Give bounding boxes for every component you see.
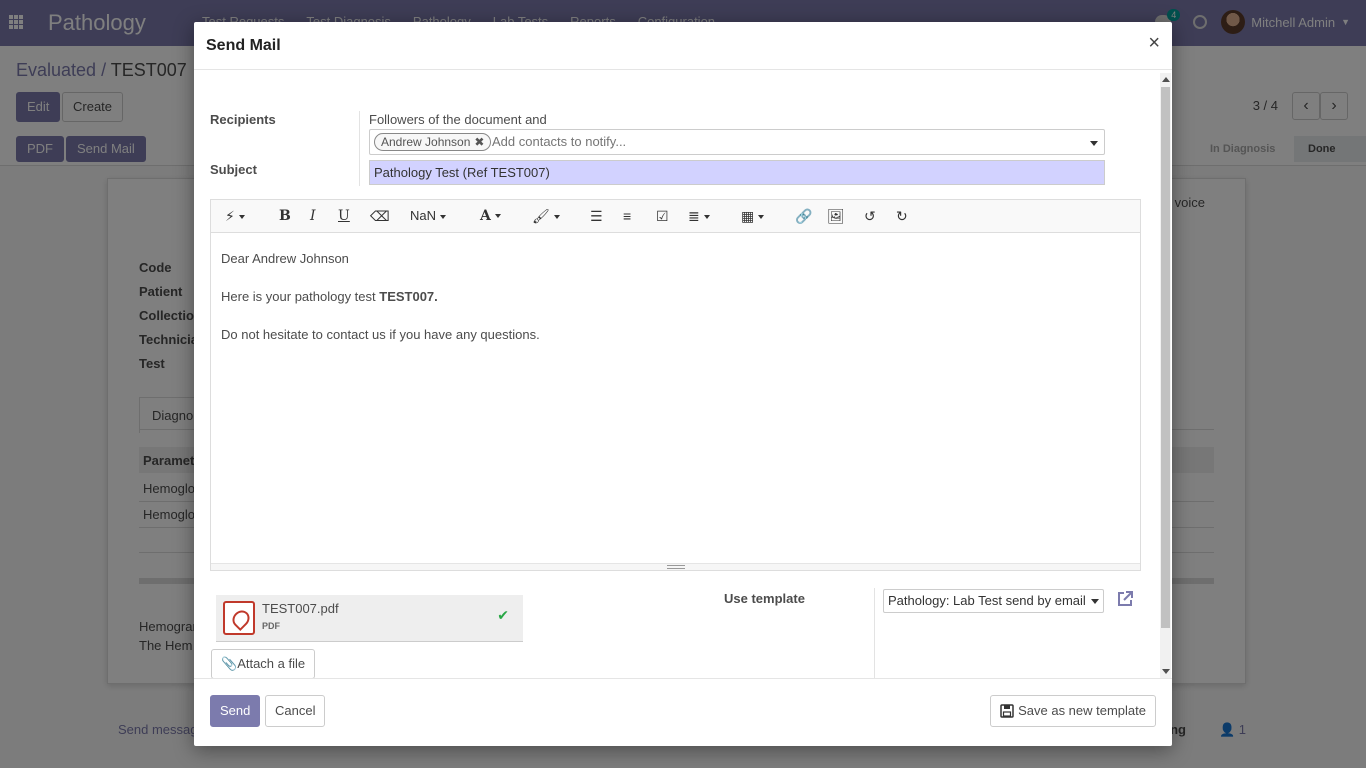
template-select[interactable]: Pathology: Lab Test send by email bbox=[883, 589, 1104, 613]
send-mail-dialog: Send Mail × Recipients Subject Followers… bbox=[194, 22, 1172, 746]
recipients-label: Recipients bbox=[210, 112, 276, 127]
mail-body-content[interactable]: Dear Andrew Johnson Here is your patholo… bbox=[221, 250, 1121, 364]
close-icon[interactable]: × bbox=[1148, 32, 1160, 55]
recipients-field[interactable]: Andrew Johnson ✖ bbox=[369, 129, 1105, 155]
external-link-icon[interactable] bbox=[1116, 590, 1134, 608]
font-size-dropdown[interactable]: NaN bbox=[410, 208, 447, 223]
underline-icon[interactable]: U bbox=[338, 208, 350, 224]
body-line: Here is your pathology test TEST007. bbox=[221, 288, 1121, 306]
save-as-template-button[interactable]: Save as new template bbox=[990, 695, 1156, 727]
field-separator bbox=[359, 111, 360, 186]
recipients-description: Followers of the document and bbox=[369, 112, 547, 127]
save-as-template-label: Save as new template bbox=[1018, 703, 1146, 718]
paperclip-icon: 📎 bbox=[221, 656, 238, 671]
dialog-footer: Send Cancel Save as new template bbox=[194, 678, 1172, 746]
align-icon[interactable]: ≣ bbox=[688, 208, 710, 225]
table-icon[interactable]: ▦ bbox=[741, 208, 765, 225]
undo-icon[interactable]: ↺ bbox=[864, 208, 876, 225]
cancel-button[interactable]: Cancel bbox=[265, 695, 326, 727]
editor-toolbar: ⚡ B I U ⌫ NaN A 🖌 ☰ ≡ ☑ ≣ ▦ 🔗 🖼 ↺ ↻ bbox=[211, 200, 1140, 233]
scroll-up-icon[interactable] bbox=[1162, 77, 1170, 82]
attach-file-button[interactable]: 📎Attach a file bbox=[211, 649, 316, 678]
check-icon: ✔ bbox=[497, 607, 509, 623]
subject-label: Subject bbox=[210, 162, 257, 177]
bullet-list-icon[interactable]: ☰ bbox=[590, 208, 603, 225]
dialog-body: Recipients Subject Followers of the docu… bbox=[194, 71, 1160, 678]
italic-icon[interactable]: I bbox=[310, 208, 316, 224]
eraser-icon[interactable]: ⌫ bbox=[370, 208, 390, 225]
style-magic-icon[interactable]: ⚡ bbox=[225, 208, 245, 225]
body-greeting: Dear Andrew Johnson bbox=[221, 251, 349, 266]
brush-icon[interactable]: 🖌 bbox=[532, 208, 560, 225]
bold-icon[interactable]: B bbox=[279, 208, 291, 224]
recipients-input[interactable] bbox=[492, 134, 1072, 149]
template-select-value: Pathology: Lab Test send by email bbox=[888, 593, 1086, 608]
dialog-scrollbar[interactable] bbox=[1160, 73, 1171, 678]
numbered-list-icon[interactable]: ≡ bbox=[623, 208, 631, 224]
dropdown-caret-icon[interactable] bbox=[1090, 141, 1098, 146]
font-size-value: NaN bbox=[410, 208, 437, 223]
checklist-icon[interactable]: ☑ bbox=[656, 208, 669, 225]
send-button[interactable]: Send bbox=[210, 695, 261, 727]
scroll-thumb[interactable] bbox=[1161, 87, 1170, 628]
attachment-name: TEST007.pdf bbox=[262, 601, 339, 616]
image-icon[interactable]: 🖼 bbox=[827, 208, 845, 225]
attach-file-label: Attach a file bbox=[237, 656, 306, 671]
save-icon bbox=[1000, 704, 1014, 718]
attachment-ext: PDF bbox=[262, 621, 280, 631]
recipient-tag[interactable]: Andrew Johnson ✖ bbox=[374, 133, 492, 151]
body-closing: Do not hesitate to contact us if you hav… bbox=[221, 327, 540, 342]
link-icon[interactable]: 🔗 bbox=[795, 208, 812, 225]
mail-body-editor: ⚡ B I U ⌫ NaN A 🖌 ☰ ≡ ☑ ≣ ▦ 🔗 🖼 ↺ ↻ Dear… bbox=[210, 199, 1141, 571]
remove-tag-icon[interactable]: ✖ bbox=[474, 135, 484, 149]
editor-resize-handle[interactable] bbox=[211, 563, 1140, 570]
scroll-down-icon[interactable] bbox=[1162, 669, 1170, 674]
use-template-label: Use template bbox=[724, 591, 805, 606]
dropdown-caret-icon bbox=[1091, 599, 1099, 604]
body-test-ref: TEST007. bbox=[379, 289, 438, 304]
field-separator bbox=[874, 588, 875, 678]
dialog-title: Send Mail bbox=[206, 37, 281, 54]
subject-input[interactable] bbox=[369, 160, 1105, 185]
font-color-icon[interactable]: A bbox=[480, 208, 501, 224]
pdf-file-icon bbox=[223, 601, 255, 635]
redo-icon[interactable]: ↻ bbox=[896, 208, 908, 225]
attachment-item[interactable]: TEST007.pdf PDF ✔ bbox=[216, 595, 523, 642]
recipient-tag-label: Andrew Johnson bbox=[381, 135, 471, 149]
dialog-header: Send Mail × bbox=[194, 22, 1172, 70]
body-line-text: Here is your pathology test bbox=[221, 289, 380, 304]
